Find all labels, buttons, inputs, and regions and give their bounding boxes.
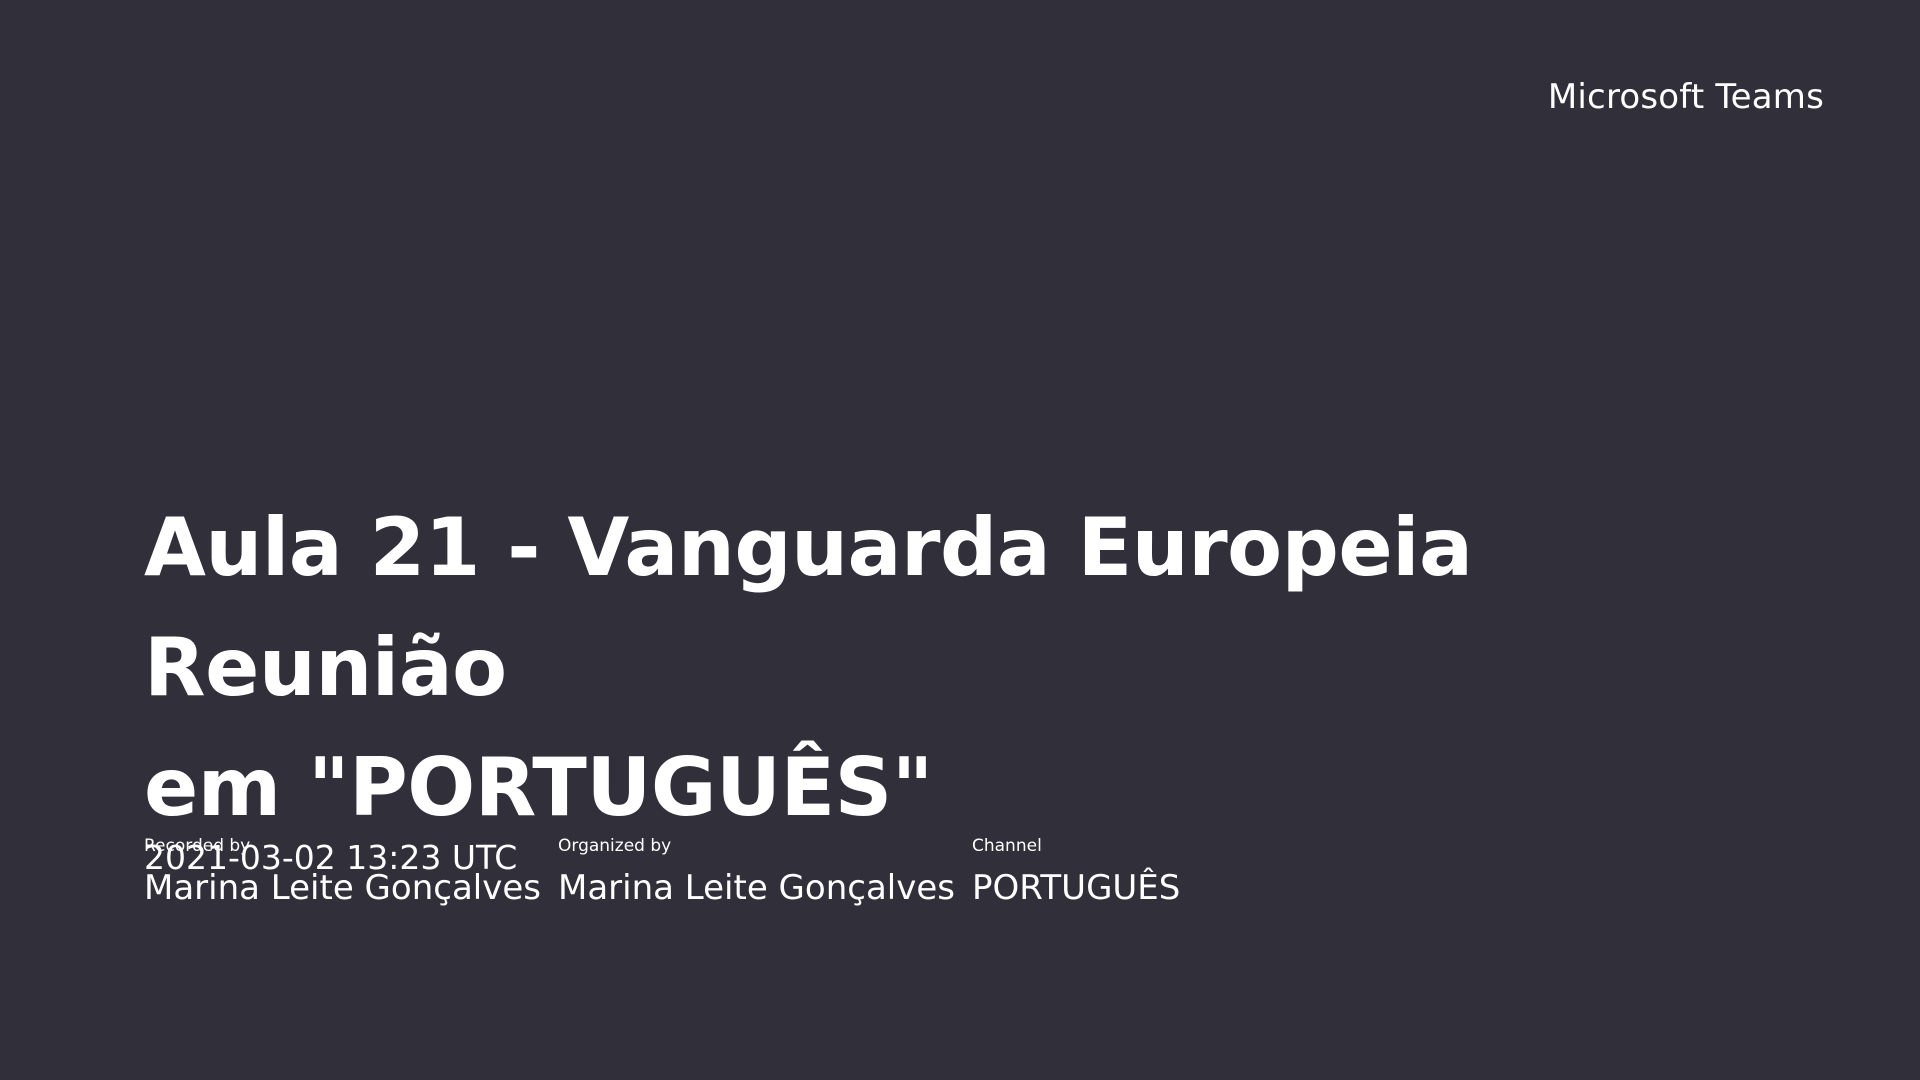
- recording-info: Aula 21 - Vanguarda Europeia Reunião em …: [144, 488, 1764, 880]
- recorded-by-value: Marina Leite Gonçalves: [144, 868, 541, 908]
- recording-title-line-2: em "PORTUGUÊS": [144, 741, 933, 834]
- organized-by: Organized by Marina Leite Gonçalves: [558, 834, 972, 910]
- organized-by-label: Organized by: [558, 836, 672, 856]
- recording-metadata: Recorded by Marina Leite Gonçalves Organ…: [144, 834, 1272, 910]
- recorded-by: Recorded by Marina Leite Gonçalves: [144, 834, 558, 910]
- app-brand: Microsoft Teams: [1547, 77, 1824, 117]
- recorded-by-label: Recorded by: [144, 836, 251, 856]
- recording-title-card: Microsoft Teams Aula 21 - Vanguarda Euro…: [0, 0, 1920, 1080]
- organized-by-value: Marina Leite Gonçalves: [558, 868, 955, 908]
- channel-value: PORTUGUÊS: [972, 868, 1181, 908]
- channel-label: Channel: [972, 836, 1042, 856]
- channel: Channel PORTUGUÊS: [972, 834, 1272, 910]
- recording-title: Aula 21 - Vanguarda Europeia Reunião em …: [144, 488, 1764, 848]
- recording-title-line-1: Aula 21 - Vanguarda Europeia Reunião: [144, 501, 1473, 714]
